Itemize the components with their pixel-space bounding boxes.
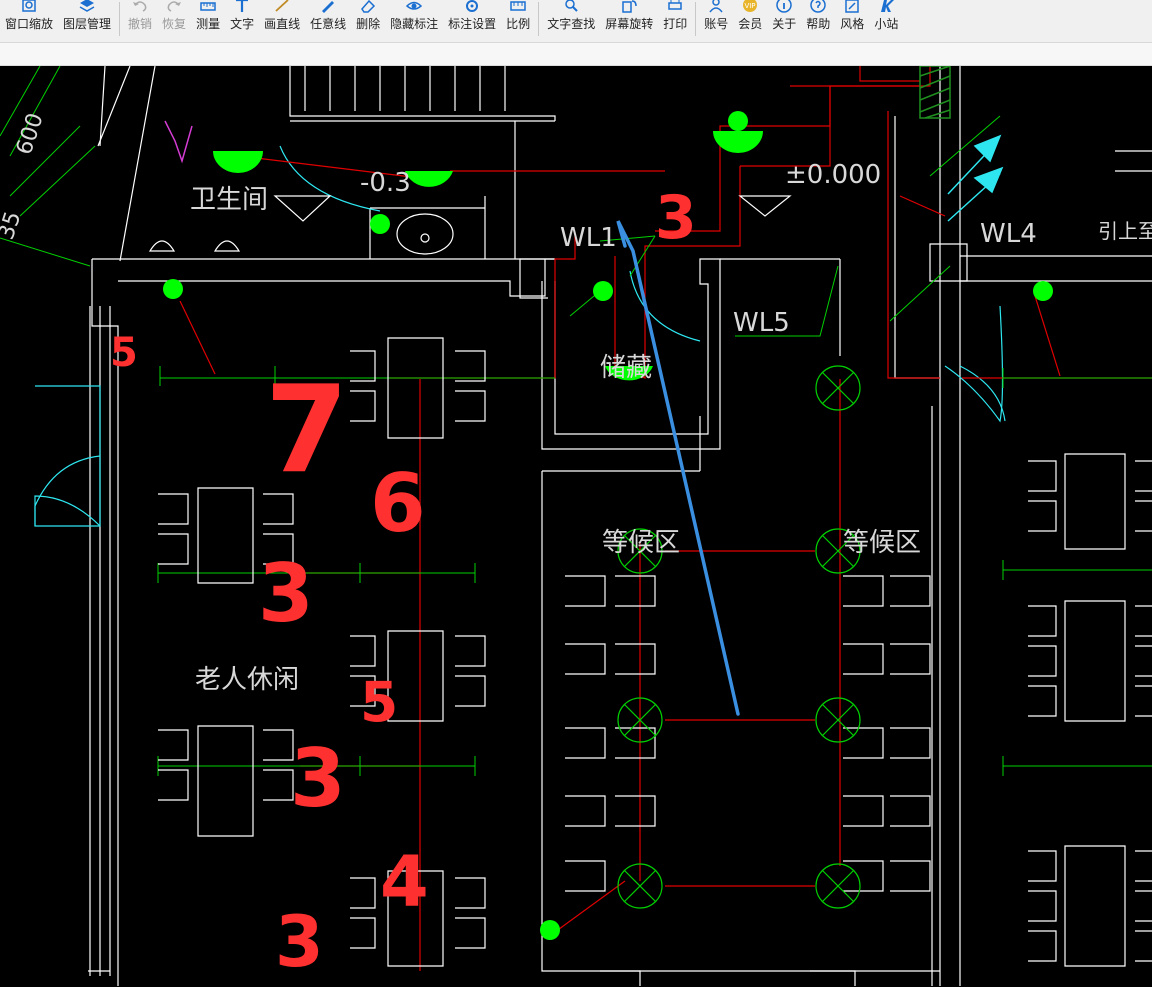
hatch-column: [919, 66, 951, 119]
toolbar-button-1[interactable]: 图层管理: [58, 0, 116, 42]
drawing-tab-strip: [0, 43, 1152, 66]
toolbar-button-9[interactable]: 隐藏标注: [385, 0, 443, 42]
line-icon: [275, 0, 289, 12]
toolbar-button-label: 窗口缩放: [5, 17, 54, 31]
level-label-zero: ±0.000: [785, 160, 881, 190]
toolbar-button-label: 账号: [704, 17, 729, 31]
eraser-icon: [361, 0, 376, 13]
toolbar-button-label: 风格: [840, 17, 865, 31]
toolbar-button-label: 画直线: [264, 17, 301, 31]
toolbar-button-19[interactable]: 风格: [835, 0, 869, 42]
toolbar-button-5[interactable]: 文字: [225, 0, 259, 42]
toolbar-button-label: 图层管理: [63, 17, 112, 31]
text-icon: [236, 0, 249, 12]
toolbar-button-2[interactable]: 撤销: [123, 0, 157, 42]
toolbar-button-3[interactable]: 恢复: [157, 0, 191, 42]
toolbar-separator: [119, 2, 121, 36]
style-icon: [845, 0, 860, 13]
toolbar-button-16[interactable]: VIP 会员: [733, 0, 767, 42]
toolbar-button-label: 屏幕旋转: [605, 17, 654, 31]
pipe-label-wl4: WL4: [980, 219, 1037, 249]
level-label-minus: -0.3: [360, 168, 411, 198]
user-icon: [709, 0, 723, 13]
handwritten-number: 3: [655, 183, 697, 253]
handwritten-number: 3: [258, 547, 314, 640]
print-icon: [668, 0, 682, 10]
handwritten-number: 5: [110, 330, 138, 376]
toolbar-button-label: 撤销: [128, 17, 153, 31]
toolbar-button-14[interactable]: 打印: [658, 0, 692, 42]
toolbar-button-label: 关于: [772, 17, 797, 31]
toolbar-button-11[interactable]: 比例: [501, 0, 535, 42]
toolbar-button-label: 文字: [230, 17, 255, 31]
toolbar-button-7[interactable]: 任意线: [305, 0, 351, 42]
room-label-waiting-2: 等候区: [843, 528, 921, 558]
toolbar-button-4[interactable]: 测量: [191, 0, 225, 42]
text-search-icon: [565, 0, 578, 12]
toolbar-button-label: 标注设置: [448, 17, 497, 31]
layers-icon: [79, 0, 95, 12]
handwritten-number: 6: [370, 457, 426, 550]
eye-icon: [406, 1, 423, 10]
toolbar-button-10[interactable]: 标注设置: [443, 0, 501, 42]
toolbar-button-6[interactable]: 画直线: [259, 0, 305, 42]
toolbar-button-label: 删除: [356, 17, 381, 31]
station-icon: [881, 0, 895, 12]
toolbar-button-20[interactable]: 小站: [869, 0, 903, 42]
toolbar-button-13[interactable]: 屏幕旋转: [600, 0, 658, 42]
handwritten-number: 7: [265, 361, 349, 500]
main-toolbar: 窗口缩放 图层管理 撤销 恢复 测量 文字 画直线 任意线 删除 隐藏标注 标注设置 比例 文字查找 屏幕…: [0, 0, 1152, 43]
pipe-label-wl1: WL1: [560, 223, 617, 253]
pipe-label-wl5: WL5: [733, 308, 790, 338]
doors: [34, 145, 1006, 527]
toolbar-separator: [695, 2, 697, 36]
cad-viewer-window: 窗口缩放 图层管理 撤销 恢复 测量 文字 画直线 任意线 删除 隐藏标注 标注设置 比例 文字查找 屏幕…: [0, 0, 1152, 987]
magenta-outline: [164, 120, 193, 164]
toolbar-button-12[interactable]: 文字查找: [542, 0, 600, 42]
scale-icon: [510, 1, 526, 11]
dimensions: [0, 66, 1152, 776]
toolbar-button-17[interactable]: 关于: [767, 0, 801, 42]
cad-drawing-canvas[interactable]: 卫生间 储藏 等候区 等候区 老人休闲 引上至 -0.3 ±0.000 WL1 …: [0, 66, 1152, 987]
toolbar-button-18[interactable]: 帮助: [801, 0, 835, 42]
help-icon: [810, 0, 827, 13]
freehand-icon: [322, 1, 335, 13]
toolbar-button-label: 会员: [738, 17, 763, 31]
room-label-elderly-leisure: 老人休闲: [195, 665, 299, 695]
room-label-waiting-1: 等候区: [602, 528, 680, 558]
cyan-arrow-icon: [947, 134, 1004, 222]
toolbar-button-8[interactable]: 删除: [351, 0, 385, 42]
lamp-fixtures: [617, 365, 861, 909]
dimension-label-600: 600: [12, 110, 49, 158]
settings-icon: [466, 0, 479, 12]
undo-icon: [133, 1, 147, 12]
zoom-window-icon: [22, 0, 36, 12]
handwritten-number: 4: [380, 841, 429, 923]
toolbar-button-15[interactable]: 账号: [699, 0, 733, 42]
room-label-storage: 储藏: [600, 353, 652, 383]
handwritten-number: 3: [275, 901, 324, 983]
room-label-toilet: 卫生间: [190, 185, 268, 215]
toolbar-button-label: 比例: [506, 17, 531, 31]
measure-icon: [200, 2, 216, 11]
redo-icon: [167, 1, 182, 12]
toolbar-button-label: 测量: [196, 17, 221, 31]
svg-text:VIP: VIP: [745, 2, 756, 10]
riser-note: 引上至: [1098, 219, 1152, 243]
handwritten-number: 5: [360, 670, 398, 734]
toolbar-button-label: 帮助: [806, 17, 831, 31]
info-icon: [776, 0, 793, 13]
toolbar-button-label: 打印: [663, 17, 688, 31]
rotate-icon: [622, 0, 637, 13]
toolbar-button-label: 任意线: [310, 17, 347, 31]
vip-icon: VIP: [743, 0, 758, 12]
toolbar-separator: [538, 2, 540, 36]
toolbar-button-0[interactable]: 窗口缩放: [0, 0, 58, 42]
toolbar-button-label: 恢复: [162, 17, 187, 31]
toolbar-button-label: 文字查找: [547, 17, 596, 31]
toolbar-button-label: 小站: [874, 17, 899, 31]
handwritten-number: 3: [290, 732, 346, 825]
toolbar-button-label: 隐藏标注: [390, 17, 439, 31]
